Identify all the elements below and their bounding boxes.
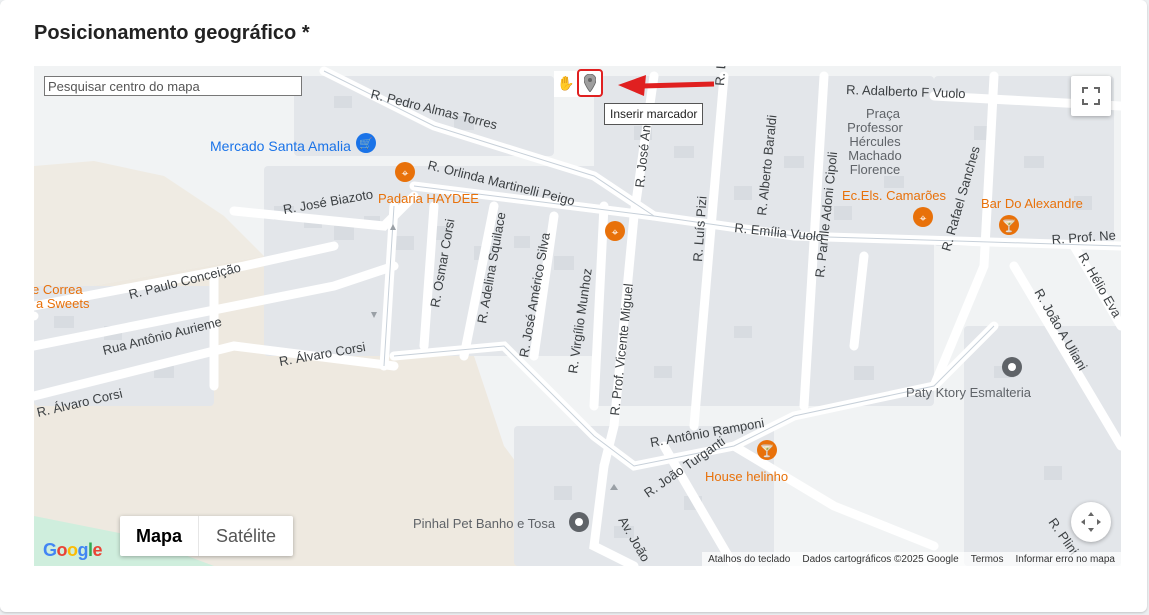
poi-label: Padaria HAYDEE xyxy=(378,191,479,206)
hand-icon: ✋ xyxy=(557,76,575,92)
poi-label: Bar Do Alexandre xyxy=(981,196,1083,211)
cocktail-icon: 🍸 xyxy=(760,443,775,458)
map-search-input[interactable] xyxy=(44,76,302,96)
poi-label: House helinho xyxy=(705,469,788,484)
plaza-label: Florence xyxy=(850,162,901,177)
fullscreen-icon xyxy=(1082,87,1100,105)
poi-restaurant[interactable]: ⌖ xyxy=(605,221,625,241)
section-title: Posicionamento geográfico * xyxy=(34,22,310,44)
place-label: a Sweets xyxy=(36,296,90,311)
google-logo: Google xyxy=(43,540,103,560)
camera-control-button[interactable] xyxy=(1071,502,1111,542)
street-label: R. Lui xyxy=(712,66,729,86)
shopping-cart-icon: 🛒 xyxy=(359,137,373,150)
pan-tool-button[interactable]: ✋ xyxy=(554,71,578,97)
poi-label: Ec.Els. Camarões xyxy=(842,188,947,203)
restaurant-icon: ⌖ xyxy=(612,225,619,239)
poi-label: Mercado Santa Amalia xyxy=(210,138,351,154)
place-label: e Correa xyxy=(34,282,83,297)
map-type-map-button[interactable]: Mapa xyxy=(120,516,198,556)
map-canvas[interactable]: R. Pedro Almas Torres R. Orlinda Martine… xyxy=(34,66,1121,566)
move-arrows-icon xyxy=(1081,512,1101,532)
insert-marker-button[interactable] xyxy=(577,69,603,97)
map-pin-icon xyxy=(584,74,596,92)
map-data-text: Dados cartográficos ©2025 Google xyxy=(802,553,959,565)
insert-marker-tooltip: Inserir marcador xyxy=(604,103,704,125)
map-attribution-bar: Atalhos do teclado Dados cartográficos ©… xyxy=(702,552,1121,566)
plaza-label: Machado xyxy=(848,148,901,163)
map-base-layer: R. Pedro Almas Torres R. Orlinda Martine… xyxy=(34,66,1121,566)
restaurant-icon: ⌖ xyxy=(402,166,409,180)
terms-link[interactable]: Termos xyxy=(971,554,1004,565)
cocktail-icon: 🍸 xyxy=(1002,218,1017,233)
report-error-link[interactable]: Informar erro no mapa xyxy=(1016,554,1116,565)
place-icon xyxy=(1008,363,1016,371)
keyboard-shortcuts-link[interactable]: Atalhos do teclado xyxy=(708,554,790,565)
poi-label: Pinhal Pet Banho e Tosa xyxy=(413,516,556,531)
place-icon xyxy=(575,518,583,526)
plaza-label: Praça xyxy=(866,106,901,121)
poi-label: Paty Ktory Esmalteria xyxy=(906,385,1032,400)
plaza-label: Professor xyxy=(847,120,903,135)
geo-position-card: Posicionamento geográfico * R. Pedro Alm… xyxy=(0,0,1147,612)
map-type-satellite-button[interactable]: Satélite xyxy=(198,516,293,556)
plaza-label: Hércules xyxy=(849,134,901,149)
restaurant-icon: ⌖ xyxy=(920,211,927,225)
fullscreen-button[interactable] xyxy=(1071,76,1111,116)
map-type-control: Mapa Satélite xyxy=(120,516,293,556)
